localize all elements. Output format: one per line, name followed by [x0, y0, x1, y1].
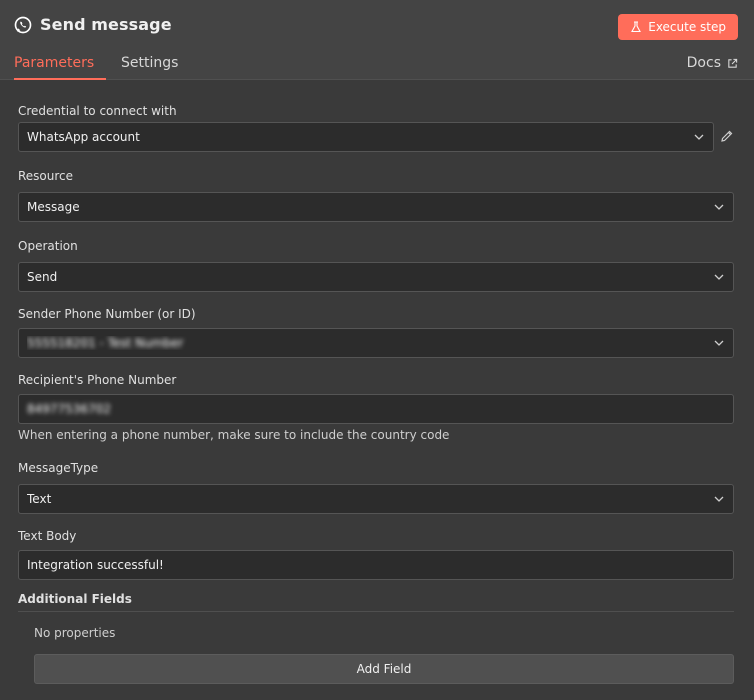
- execute-step-button[interactable]: Execute step: [618, 14, 738, 40]
- recipient-input[interactable]: 84977536702: [18, 394, 734, 424]
- edit-credential-icon[interactable]: [720, 129, 734, 143]
- recipient-hint: When entering a phone number, make sure …: [18, 428, 450, 442]
- chevron-down-icon: [714, 496, 724, 502]
- external-link-icon: [728, 58, 738, 68]
- credential-value: WhatsApp account: [27, 130, 140, 144]
- divider: [18, 611, 734, 612]
- text-body-value: Integration successful!: [27, 558, 164, 572]
- no-properties-text: No properties: [34, 626, 116, 640]
- docs-link[interactable]: Docs: [687, 55, 738, 71]
- message-type-label: MessageType: [18, 461, 99, 475]
- tab-parameters[interactable]: Parameters: [14, 55, 106, 80]
- docs-label: Docs: [686, 55, 721, 71]
- chevron-down-icon: [714, 204, 724, 210]
- operation-select[interactable]: Send: [18, 262, 734, 292]
- panel-header: Send message Execute step Parameters Set…: [0, 0, 754, 80]
- flask-icon: [631, 21, 642, 33]
- sender-label: Sender Phone Number (or ID): [18, 307, 196, 321]
- chevron-down-icon: [714, 340, 724, 346]
- operation-label: Operation: [18, 239, 78, 253]
- tab-settings[interactable]: Settings: [121, 55, 178, 80]
- node-title: Send message: [40, 15, 172, 34]
- credential-select[interactable]: WhatsApp account: [18, 122, 714, 152]
- message-type-select[interactable]: Text: [18, 484, 734, 514]
- whatsapp-icon: [14, 16, 32, 33]
- sender-select[interactable]: 555518201 - Test Number: [18, 328, 734, 358]
- text-body-input[interactable]: Integration successful!: [18, 550, 734, 580]
- chevron-down-icon: [694, 134, 704, 140]
- recipient-label: Recipient's Phone Number: [18, 373, 177, 387]
- additional-fields-label: Additional Fields: [18, 592, 132, 606]
- credential-label: Credential to connect with: [18, 104, 177, 118]
- resource-label: Resource: [18, 169, 74, 183]
- execute-step-label: Execute step: [648, 20, 726, 34]
- add-field-button[interactable]: Add Field: [34, 654, 734, 684]
- text-body-label: Text Body: [18, 529, 77, 543]
- title-wrap: Send message: [14, 15, 172, 34]
- resource-value: Message: [27, 200, 80, 214]
- node-panel: Send message Execute step Parameters Set…: [0, 0, 754, 700]
- resource-select[interactable]: Message: [18, 192, 734, 222]
- chevron-down-icon: [714, 274, 724, 280]
- recipient-value: 84977536702: [27, 402, 111, 416]
- sender-value: 555518201 - Test Number: [27, 336, 184, 350]
- operation-value: Send: [27, 270, 58, 284]
- message-type-value: Text: [27, 492, 52, 506]
- tab-bar: Parameters Settings: [0, 55, 754, 80]
